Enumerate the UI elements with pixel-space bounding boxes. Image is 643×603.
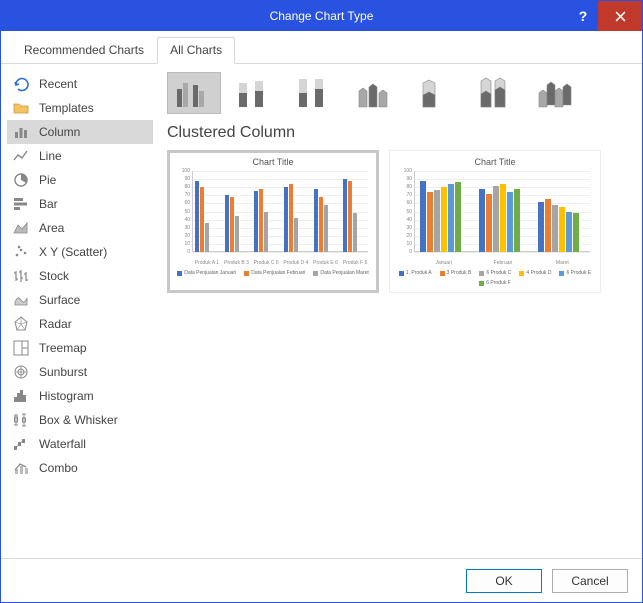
help-button[interactable]: ?: [568, 1, 598, 31]
treemap-icon: [13, 340, 29, 356]
sidebar-item-label: Area: [39, 221, 64, 235]
subtype-title: Clustered Column: [167, 124, 628, 142]
sidebar-item-waterfall[interactable]: Waterfall: [7, 432, 153, 456]
column-chart-icon: [13, 124, 29, 140]
sidebar-item-label: Histogram: [39, 389, 94, 403]
chart-title: Chart Title: [396, 157, 594, 167]
chart-preview-1[interactable]: Chart Title 0102030405060708090100Produk…: [167, 150, 379, 293]
subtype-100-stacked-column[interactable]: [287, 72, 341, 114]
sidebar-item-label: Combo: [39, 461, 78, 475]
chart-preview-2[interactable]: Chart Title 0102030405060708090100Januar…: [389, 150, 601, 293]
sidebar-item-label: Treemap: [39, 341, 87, 355]
subtype-stacked-column[interactable]: [227, 72, 281, 114]
line-chart-icon: [13, 148, 29, 164]
tab-recommended-charts[interactable]: Recommended Charts: [11, 37, 157, 64]
content-area: Recent Templates Column Line Pie Bar: [1, 64, 642, 563]
histogram-icon: [13, 388, 29, 404]
cancel-button[interactable]: Cancel: [552, 569, 628, 593]
stacked100-column-icon: [293, 77, 335, 109]
sidebar-item-templates[interactable]: Templates: [7, 96, 153, 120]
sidebar-item-label: Recent: [39, 77, 77, 91]
pie-chart-icon: [13, 172, 29, 188]
chart-category-sidebar: Recent Templates Column Line Pie Bar: [1, 64, 153, 563]
sidebar-item-pie[interactable]: Pie: [7, 168, 153, 192]
window-title: Change Chart Type: [270, 9, 374, 23]
sidebar-item-sunburst[interactable]: Sunburst: [7, 360, 153, 384]
sidebar-item-label: X Y (Scatter): [39, 245, 107, 259]
stacked-column-3d-icon: [413, 77, 455, 109]
subtype-row: [167, 72, 628, 114]
tab-strip: Recommended Charts All Charts: [1, 31, 642, 64]
subtype-clustered-column[interactable]: [167, 72, 221, 114]
chart-legend: Data Penjualan JanuariData Penjualan Feb…: [174, 270, 372, 276]
sidebar-item-label: Surface: [39, 293, 80, 307]
sidebar-item-scatter[interactable]: X Y (Scatter): [7, 240, 153, 264]
sidebar-item-radar[interactable]: Radar: [7, 312, 153, 336]
ok-button[interactable]: OK: [466, 569, 542, 593]
main-panel: Clustered Column Chart Title 01020304050…: [153, 64, 642, 563]
chart-plot-area: 0102030405060708090100JanuariFebruariMar…: [396, 171, 594, 266]
stacked-column-icon: [233, 77, 275, 109]
title-controls: ?: [568, 1, 642, 31]
stacked100-column-3d-icon: [473, 77, 515, 109]
folder-icon: [13, 100, 29, 116]
clustered-column-3d-icon: [353, 77, 395, 109]
sidebar-item-label: Waterfall: [39, 437, 86, 451]
waterfall-icon: [13, 436, 29, 452]
chart-title: Chart Title: [174, 157, 372, 167]
subtype-3d-column[interactable]: [527, 72, 581, 114]
sidebar-item-treemap[interactable]: Treemap: [7, 336, 153, 360]
chart-plot-area: 0102030405060708090100Produk A 1Produk B…: [174, 171, 372, 266]
subtype-3d-100-stacked-column[interactable]: [467, 72, 521, 114]
chart-previews: Chart Title 0102030405060708090100Produk…: [167, 150, 628, 293]
sidebar-item-column[interactable]: Column: [7, 120, 153, 144]
sidebar-item-label: Stock: [39, 269, 69, 283]
close-icon: [615, 11, 626, 22]
sidebar-item-histogram[interactable]: Histogram: [7, 384, 153, 408]
surface-chart-icon: [13, 292, 29, 308]
sidebar-item-bar[interactable]: Bar: [7, 192, 153, 216]
box-whisker-icon: [13, 412, 29, 428]
sidebar-item-box-whisker[interactable]: Box & Whisker: [7, 408, 153, 432]
sidebar-item-line[interactable]: Line: [7, 144, 153, 168]
sidebar-item-area[interactable]: Area: [7, 216, 153, 240]
subtype-3d-stacked-column[interactable]: [407, 72, 461, 114]
tab-all-charts[interactable]: All Charts: [157, 37, 235, 64]
area-chart-icon: [13, 220, 29, 236]
sidebar-item-label: Column: [39, 125, 80, 139]
stock-chart-icon: [13, 268, 29, 284]
recent-icon: [13, 76, 29, 92]
sidebar-item-label: Pie: [39, 173, 56, 187]
combo-chart-icon: [13, 460, 29, 476]
sidebar-item-stock[interactable]: Stock: [7, 264, 153, 288]
bar-chart-icon: [13, 196, 29, 212]
column-3d-icon: [533, 77, 575, 109]
subtype-3d-clustered-column[interactable]: [347, 72, 401, 114]
sidebar-item-label: Line: [39, 149, 62, 163]
chart-legend: 1. Produk A3 Produk B6 Produk C4 Produk …: [396, 270, 594, 286]
sidebar-item-surface[interactable]: Surface: [7, 288, 153, 312]
sidebar-item-combo[interactable]: Combo: [7, 456, 153, 480]
sidebar-item-label: Radar: [39, 317, 72, 331]
dialog-footer: OK Cancel: [1, 558, 642, 602]
close-button[interactable]: [598, 1, 642, 31]
sidebar-item-label: Sunburst: [39, 365, 87, 379]
scatter-chart-icon: [13, 244, 29, 260]
sidebar-item-label: Box & Whisker: [39, 413, 118, 427]
sidebar-item-label: Templates: [39, 101, 94, 115]
sunburst-icon: [13, 364, 29, 380]
sidebar-item-recent[interactable]: Recent: [7, 72, 153, 96]
title-bar: Change Chart Type ?: [1, 1, 642, 31]
sidebar-item-label: Bar: [39, 197, 58, 211]
clustered-column-icon: [173, 77, 215, 109]
change-chart-type-dialog: Change Chart Type ? Recommended Charts A…: [0, 0, 643, 603]
radar-chart-icon: [13, 316, 29, 332]
